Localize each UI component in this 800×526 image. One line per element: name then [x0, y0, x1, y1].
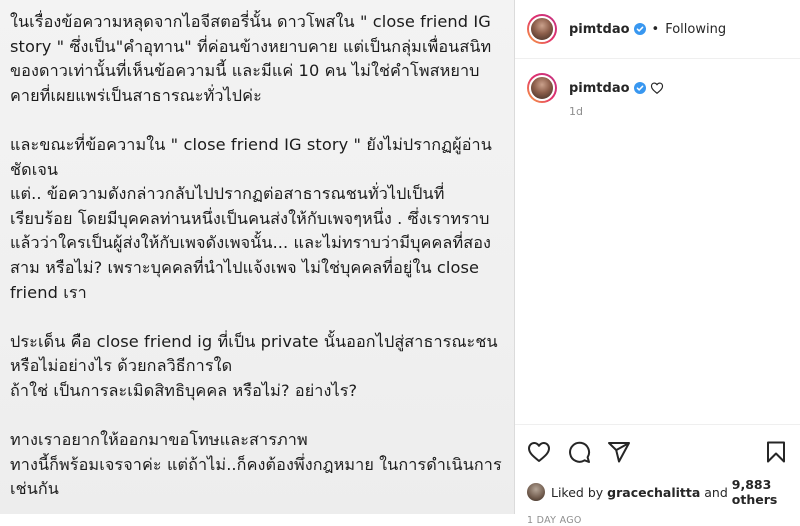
likes-summary: Liked by gracechalitta and 9,883 others	[515, 467, 800, 507]
instagram-post-window: ในเรื่องข้อความหลุดจากไอจีสตอรี่นั้น ดาว…	[0, 0, 800, 526]
heart-icon[interactable]	[527, 440, 551, 464]
comment-icon[interactable]	[567, 440, 591, 464]
verified-badge-icon	[633, 23, 646, 35]
author-avatar-photo	[529, 16, 555, 42]
post-image-text: ในเรื่องข้อความหลุดจากไอจีสตอรี่นั้น ดาว…	[10, 12, 502, 499]
author-avatar[interactable]	[527, 14, 557, 44]
post-sidebar: pimtdao • Following pimtdao 1d Liked by …	[514, 0, 800, 526]
following-button[interactable]: Following	[665, 22, 726, 37]
caption-row: pimtdao 1d	[515, 59, 800, 118]
bookmark-icon[interactable]	[764, 440, 788, 464]
post-header: pimtdao • Following	[515, 0, 800, 59]
author-username[interactable]: pimtdao	[569, 22, 630, 37]
caption-body: pimtdao 1d	[569, 73, 664, 118]
likes-others-link[interactable]: 9,883 others	[732, 477, 788, 507]
liker-avatar[interactable]	[527, 483, 545, 501]
action-bar	[515, 425, 800, 467]
likes-middle: and	[700, 484, 732, 500]
likes-prefix: Liked by	[551, 484, 608, 500]
post-footer: Liked by gracechalitta and 9,883 others …	[515, 424, 800, 526]
post-image[interactable]: ในเรื่องข้อความหลุดจากไอจีสตอรี่นั้น ดาว…	[0, 0, 514, 514]
caption-avatar-photo	[529, 75, 555, 101]
caption-avatar[interactable]	[527, 73, 557, 103]
post-timestamp[interactable]: 1 DAY AGO	[515, 507, 800, 526]
caption-heart-icon[interactable]	[650, 81, 664, 95]
liker-username[interactable]: gracechalitta	[607, 485, 700, 500]
verified-badge-icon	[633, 82, 646, 94]
caption-time: 1d	[569, 105, 583, 118]
share-icon[interactable]	[607, 440, 631, 464]
caption-line: pimtdao	[569, 73, 664, 103]
caption-username[interactable]: pimtdao	[569, 81, 630, 96]
header-separator: •	[651, 21, 660, 37]
